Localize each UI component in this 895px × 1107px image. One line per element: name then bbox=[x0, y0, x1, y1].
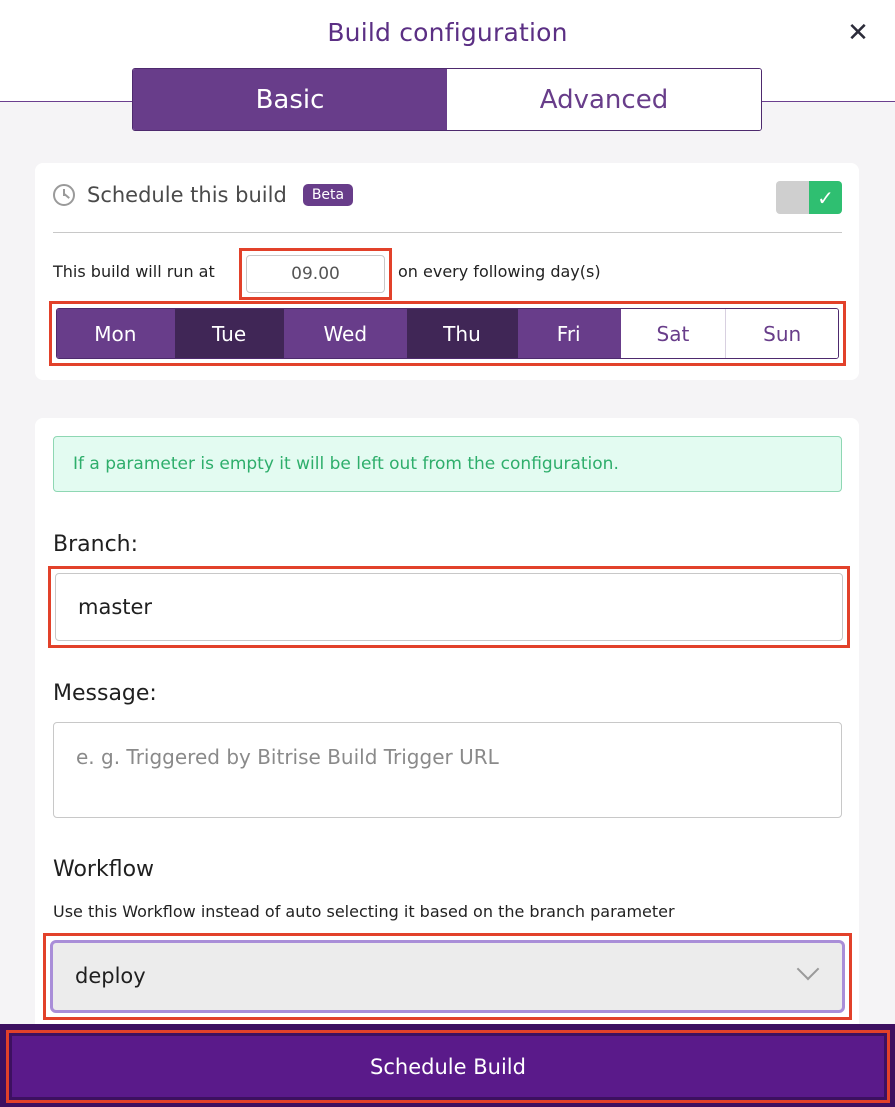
schedule-button-highlight: Schedule Build bbox=[6, 1030, 890, 1103]
message-input[interactable]: e. g. Triggered by Bitrise Build Trigger… bbox=[53, 722, 842, 818]
day-tue[interactable]: Tue bbox=[174, 309, 285, 358]
day-thu[interactable]: Thu bbox=[407, 309, 518, 358]
branch-highlight: master bbox=[48, 566, 850, 648]
run-at-row: This build will run at 09.00 on every fo… bbox=[53, 248, 842, 300]
day-mon[interactable]: Mon bbox=[57, 309, 175, 358]
day-wed[interactable]: Wed bbox=[284, 309, 408, 358]
toggle-off-side bbox=[776, 181, 809, 214]
parameters-card: If a parameter is empty it will be left … bbox=[35, 418, 859, 1058]
day-selector: Mon Tue Wed Thu Fri Sat Sun bbox=[56, 308, 839, 359]
divider bbox=[53, 232, 842, 233]
branch-input[interactable]: master bbox=[55, 573, 843, 641]
chevron-down-icon bbox=[796, 957, 820, 981]
time-input[interactable]: 09.00 bbox=[246, 255, 385, 293]
workflow-highlight: deploy bbox=[43, 933, 852, 1020]
workflow-selected-value: deploy bbox=[75, 964, 146, 988]
beta-badge: Beta bbox=[302, 184, 354, 206]
schedule-build-button[interactable]: Schedule Build bbox=[12, 1036, 884, 1097]
message-label: Message: bbox=[53, 681, 157, 706]
workflow-description: Use this Workflow instead of auto select… bbox=[53, 902, 675, 921]
day-sat[interactable]: Sat bbox=[620, 309, 727, 358]
check-icon: ✓ bbox=[809, 181, 842, 214]
workflow-label: Workflow bbox=[53, 857, 155, 882]
footer-bar: Schedule Build bbox=[0, 1024, 895, 1107]
schedule-label: Schedule this build bbox=[87, 183, 287, 207]
schedule-toggle[interactable]: ✓ bbox=[776, 181, 842, 214]
info-notice: If a parameter is empty it will be left … bbox=[53, 436, 842, 492]
schedule-card: Schedule this build Beta ✓ This build wi… bbox=[35, 163, 859, 380]
schedule-header: Schedule this build Beta bbox=[53, 183, 354, 207]
run-at-prefix: This build will run at bbox=[53, 262, 215, 281]
day-sun[interactable]: Sun bbox=[726, 309, 838, 358]
run-at-suffix: on every following day(s) bbox=[398, 262, 601, 281]
tab-bar: Basic Advanced bbox=[132, 68, 762, 131]
day-fri[interactable]: Fri bbox=[517, 309, 621, 358]
workflow-select[interactable]: deploy bbox=[50, 940, 845, 1013]
tab-basic[interactable]: Basic bbox=[133, 69, 447, 130]
clock-icon bbox=[53, 184, 75, 206]
branch-label: Branch: bbox=[53, 532, 139, 557]
modal-title: Build configuration bbox=[327, 18, 568, 47]
days-highlight: Mon Tue Wed Thu Fri Sat Sun bbox=[49, 301, 846, 366]
time-highlight: 09.00 bbox=[239, 248, 392, 300]
tab-advanced[interactable]: Advanced bbox=[447, 69, 761, 130]
close-icon[interactable]: ✕ bbox=[843, 18, 873, 48]
